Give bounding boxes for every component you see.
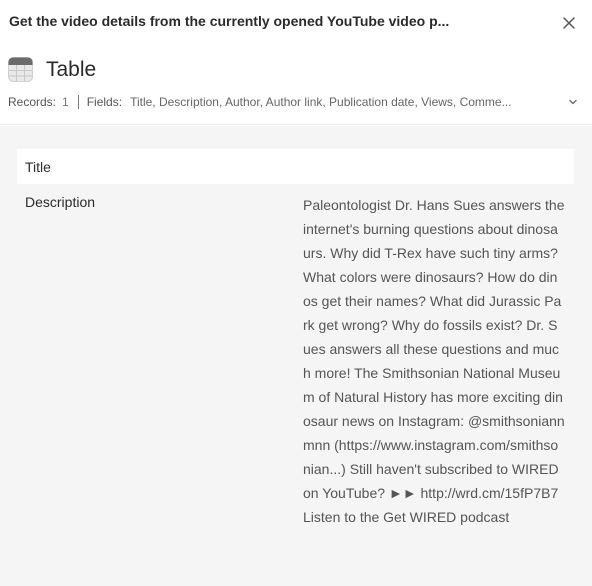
close-button[interactable] xyxy=(559,13,579,33)
table-icon xyxy=(8,57,33,82)
record-view: Title Description Paleontologist Dr. Han… xyxy=(0,126,592,586)
table-meta: Records: 1 Fields: Title, Description, A… xyxy=(8,94,580,110)
expand-fields-button[interactable] xyxy=(566,95,580,109)
close-icon xyxy=(563,17,575,29)
prompt-title: Get the video details from the currently… xyxy=(9,13,450,29)
field-label-description: Description xyxy=(25,194,96,210)
chevron-down-icon xyxy=(569,99,577,105)
field-label-title: Title xyxy=(25,159,51,175)
panel-header: Get the video details from the currently… xyxy=(0,0,592,125)
meta-divider xyxy=(77,95,79,109)
records-count: 1 xyxy=(62,95,69,109)
field-value-description: Paleontologist Dr. Hans Sues answers the… xyxy=(303,197,565,525)
table-title: Table xyxy=(46,58,97,81)
field-row-title: Title xyxy=(17,149,574,184)
records-label: Records: xyxy=(8,95,57,109)
fields-list: Title, Description, Author, Author link,… xyxy=(130,95,512,109)
fields-label: Fields: xyxy=(86,95,123,109)
